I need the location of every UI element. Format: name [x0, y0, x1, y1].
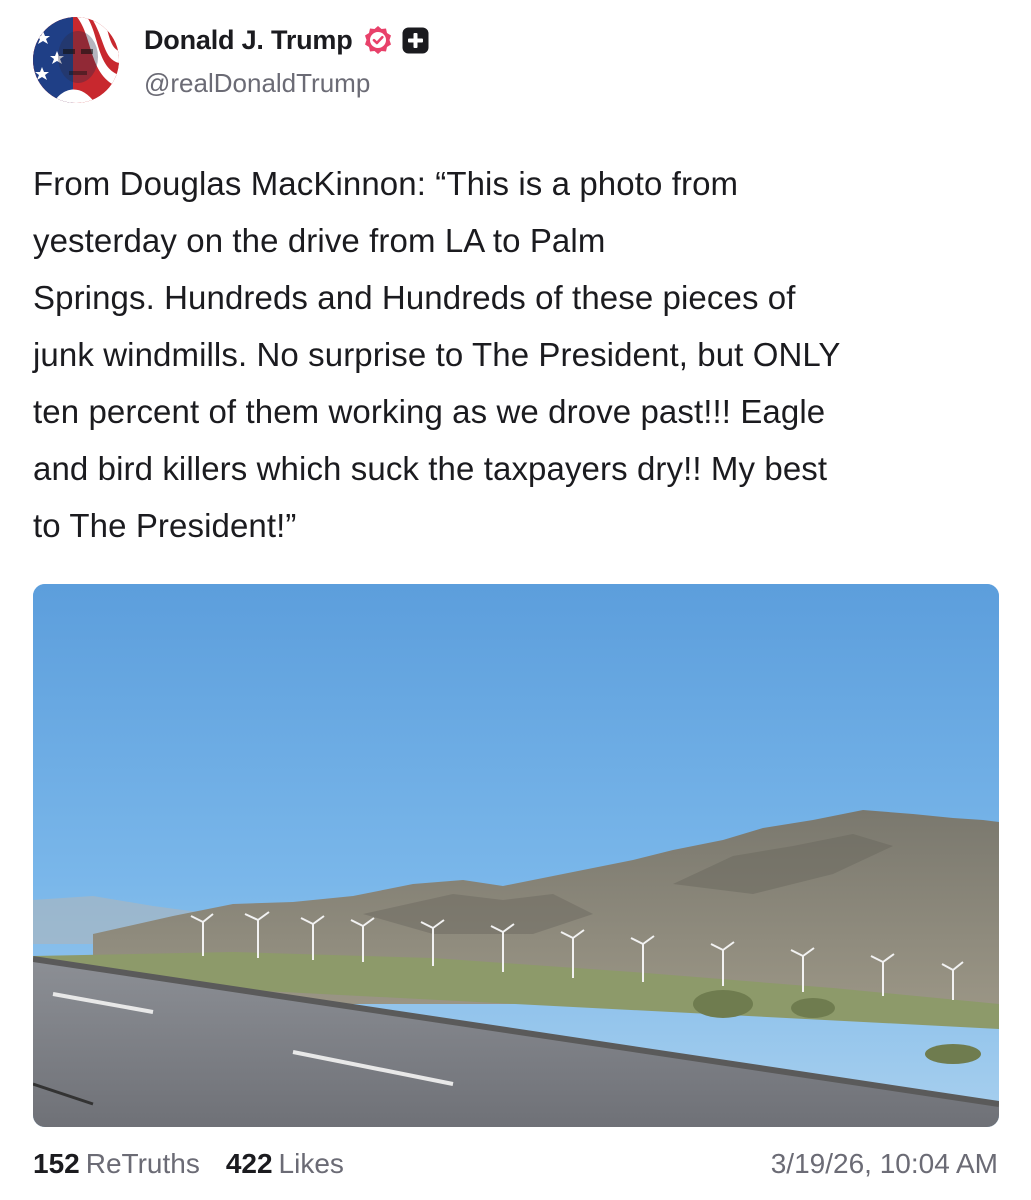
retruths-count: 152 [33, 1148, 80, 1179]
avatar[interactable] [33, 17, 119, 103]
author-row: Donald J. Trump [144, 22, 429, 58]
likes-count: 422 [225, 1148, 273, 1179]
post-photo[interactable] [33, 584, 999, 1127]
post-text: From Douglas MacKinnon: “This is a photo… [33, 165, 841, 544]
post-timestamp[interactable]: 3/19/26, 10:04 AM [771, 1148, 998, 1180]
verified-badge-icon [363, 25, 393, 55]
retruths-label: ReTruths [85, 1148, 200, 1179]
retruths-stat[interactable]: 152 ReTruths [33, 1148, 200, 1180]
post-stats: 152 ReTruths 422 Likes [33, 1148, 344, 1188]
likes-label: Likes [278, 1148, 344, 1179]
flag-face-avatar-icon [33, 17, 119, 103]
display-name[interactable]: Donald J. Trump [144, 25, 353, 56]
truth-plus-icon [402, 27, 429, 54]
truth-post: Donald J. Trump @realDonaldTrump From Do… [0, 0, 1031, 1200]
author-handle[interactable]: @realDonaldTrump [144, 68, 370, 99]
likes-stat[interactable]: 422 Likes [226, 1148, 344, 1180]
